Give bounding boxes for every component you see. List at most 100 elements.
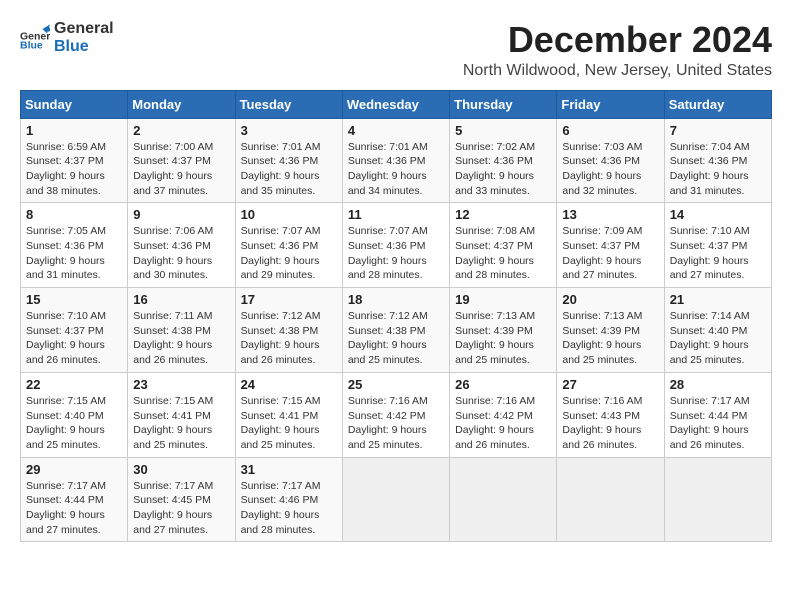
week-row-1: 1 Sunrise: 6:59 AMSunset: 4:37 PMDaylight…	[21, 118, 772, 203]
day-number: 4	[348, 123, 444, 138]
calendar-cell: 24 Sunrise: 7:15 AMSunset: 4:41 PMDayligh…	[235, 372, 342, 457]
day-info: Sunrise: 7:07 AMSunset: 4:36 PMDaylight:…	[241, 224, 337, 283]
day-info: Sunrise: 7:00 AMSunset: 4:37 PMDaylight:…	[133, 140, 229, 199]
weekday-header-thursday: Thursday	[450, 90, 557, 118]
calendar-cell: 7Sunrise: 7:04 AMSunset: 4:36 PMDaylight…	[664, 118, 771, 203]
calendar-cell	[557, 457, 664, 542]
day-number: 2	[133, 123, 229, 138]
day-info: Sunrise: 7:16 AMSunset: 4:42 PMDaylight:…	[455, 394, 551, 453]
calendar-cell: 22 Sunrise: 7:15 AMSunset: 4:40 PMDayligh…	[21, 372, 128, 457]
day-info: Sunrise: 7:12 AMSunset: 4:38 PMDaylight:…	[241, 309, 337, 368]
calendar-cell: 26 Sunrise: 7:16 AMSunset: 4:42 PMDayligh…	[450, 372, 557, 457]
day-info: Sunrise: 7:07 AMSunset: 4:36 PMDaylight:…	[348, 224, 444, 283]
day-number: 25	[348, 377, 444, 392]
calendar-cell: 31 Sunrise: 7:17 AMSunset: 4:46 PMDayligh…	[235, 457, 342, 542]
day-info: Sunrise: 7:06 AMSunset: 4:36 PMDaylight:…	[133, 224, 229, 283]
logo-general-text: General	[54, 20, 114, 38]
day-number: 10	[241, 207, 337, 222]
day-info: Sunrise: 7:16 AMSunset: 4:43 PMDaylight:…	[562, 394, 658, 453]
calendar-cell: 15Sunrise: 7:10 AMSunset: 4:37 PMDayligh…	[21, 288, 128, 373]
calendar-cell: 18 Sunrise: 7:12 AMSunset: 4:38 PMDayligh…	[342, 288, 449, 373]
day-number: 21	[670, 292, 766, 307]
calendar-cell: 8 Sunrise: 7:05 AMSunset: 4:36 PMDaylight…	[21, 203, 128, 288]
day-info: Sunrise: 7:10 AMSunset: 4:37 PMDaylight:…	[670, 224, 766, 283]
calendar-cell: 21 Sunrise: 7:14 AMSunset: 4:40 PMDayligh…	[664, 288, 771, 373]
calendar-cell: 23Sunrise: 7:15 AMSunset: 4:41 PMDayligh…	[128, 372, 235, 457]
calendar-cell: 2 Sunrise: 7:00 AMSunset: 4:37 PMDaylight…	[128, 118, 235, 203]
day-info: Sunrise: 7:01 AMSunset: 4:36 PMDaylight:…	[241, 140, 337, 199]
day-info: Sunrise: 7:10 AMSunset: 4:37 PMDaylight:…	[26, 309, 122, 368]
logo-blue-text: Blue	[54, 38, 114, 56]
day-info: Sunrise: 7:05 AMSunset: 4:36 PMDaylight:…	[26, 224, 122, 283]
day-number: 31	[241, 462, 337, 477]
day-number: 6	[562, 123, 658, 138]
day-info: Sunrise: 7:17 AMSunset: 4:46 PMDaylight:…	[241, 479, 337, 538]
day-number: 26	[455, 377, 551, 392]
day-info: Sunrise: 7:01 AMSunset: 4:36 PMDaylight:…	[348, 140, 444, 199]
calendar-cell: 16 Sunrise: 7:11 AMSunset: 4:38 PMDayligh…	[128, 288, 235, 373]
day-info: Sunrise: 7:15 AMSunset: 4:41 PMDaylight:…	[133, 394, 229, 453]
title-section: December 2024 North Wildwood, New Jersey…	[463, 20, 772, 80]
calendar-cell: 6Sunrise: 7:03 AMSunset: 4:36 PMDaylight…	[557, 118, 664, 203]
day-number: 1	[26, 123, 122, 138]
day-info: Sunrise: 7:11 AMSunset: 4:38 PMDaylight:…	[133, 309, 229, 368]
day-info: Sunrise: 7:17 AMSunset: 4:44 PMDaylight:…	[26, 479, 122, 538]
calendar-cell: 30 Sunrise: 7:17 AMSunset: 4:45 PMDayligh…	[128, 457, 235, 542]
day-number: 19	[455, 292, 551, 307]
day-info: Sunrise: 7:14 AMSunset: 4:40 PMDaylight:…	[670, 309, 766, 368]
day-info: Sunrise: 7:17 AMSunset: 4:45 PMDaylight:…	[133, 479, 229, 538]
calendar-cell: 17Sunrise: 7:12 AMSunset: 4:38 PMDayligh…	[235, 288, 342, 373]
weekday-header-wednesday: Wednesday	[342, 90, 449, 118]
calendar-cell	[450, 457, 557, 542]
calendar-cell: 20Sunrise: 7:13 AMSunset: 4:39 PMDayligh…	[557, 288, 664, 373]
day-number: 13	[562, 207, 658, 222]
calendar-cell: 11 Sunrise: 7:07 AMSunset: 4:36 PMDayligh…	[342, 203, 449, 288]
day-number: 3	[241, 123, 337, 138]
day-number: 22	[26, 377, 122, 392]
calendar-cell: 3 Sunrise: 7:01 AMSunset: 4:36 PMDaylight…	[235, 118, 342, 203]
calendar-cell: 19Sunrise: 7:13 AMSunset: 4:39 PMDayligh…	[450, 288, 557, 373]
day-number: 28	[670, 377, 766, 392]
location-title: North Wildwood, New Jersey, United State…	[463, 62, 772, 80]
calendar-cell: 13 Sunrise: 7:09 AMSunset: 4:37 PMDayligh…	[557, 203, 664, 288]
day-number: 11	[348, 207, 444, 222]
week-row-2: 8 Sunrise: 7:05 AMSunset: 4:36 PMDaylight…	[21, 203, 772, 288]
day-number: 30	[133, 462, 229, 477]
day-info: Sunrise: 7:12 AMSunset: 4:38 PMDaylight:…	[348, 309, 444, 368]
day-info: Sunrise: 7:15 AMSunset: 4:40 PMDaylight:…	[26, 394, 122, 453]
page-header: General Blue General Blue December 2024 …	[20, 20, 772, 80]
week-row-5: 29 Sunrise: 7:17 AMSunset: 4:44 PMDayligh…	[21, 457, 772, 542]
day-info: Sunrise: 7:17 AMSunset: 4:44 PMDaylight:…	[670, 394, 766, 453]
calendar-cell	[664, 457, 771, 542]
weekday-header-saturday: Saturday	[664, 90, 771, 118]
calendar-cell: 25 Sunrise: 7:16 AMSunset: 4:42 PMDayligh…	[342, 372, 449, 457]
day-info: Sunrise: 7:02 AMSunset: 4:36 PMDaylight:…	[455, 140, 551, 199]
weekday-header-friday: Friday	[557, 90, 664, 118]
calendar-cell: 10 Sunrise: 7:07 AMSunset: 4:36 PMDayligh…	[235, 203, 342, 288]
day-number: 18	[348, 292, 444, 307]
day-info: Sunrise: 7:09 AMSunset: 4:37 PMDaylight:…	[562, 224, 658, 283]
day-info: Sunrise: 6:59 AMSunset: 4:37 PMDaylight:…	[26, 140, 122, 199]
day-info: Sunrise: 7:15 AMSunset: 4:41 PMDaylight:…	[241, 394, 337, 453]
day-number: 8	[26, 207, 122, 222]
day-info: Sunrise: 7:16 AMSunset: 4:42 PMDaylight:…	[348, 394, 444, 453]
calendar-cell: 1 Sunrise: 6:59 AMSunset: 4:37 PMDaylight…	[21, 118, 128, 203]
calendar-cell: 5Sunrise: 7:02 AMSunset: 4:36 PMDaylight…	[450, 118, 557, 203]
day-number: 14	[670, 207, 766, 222]
day-number: 24	[241, 377, 337, 392]
calendar-cell: 12Sunrise: 7:08 AMSunset: 4:37 PMDayligh…	[450, 203, 557, 288]
weekday-header-row: SundayMondayTuesdayWednesdayThursdayFrid…	[21, 90, 772, 118]
day-number: 29	[26, 462, 122, 477]
week-row-3: 15Sunrise: 7:10 AMSunset: 4:37 PMDayligh…	[21, 288, 772, 373]
calendar-cell: 4 Sunrise: 7:01 AMSunset: 4:36 PMDaylight…	[342, 118, 449, 203]
day-number: 9	[133, 207, 229, 222]
calendar-cell: 28 Sunrise: 7:17 AMSunset: 4:44 PMDayligh…	[664, 372, 771, 457]
day-info: Sunrise: 7:04 AMSunset: 4:36 PMDaylight:…	[670, 140, 766, 199]
day-number: 16	[133, 292, 229, 307]
weekday-header-sunday: Sunday	[21, 90, 128, 118]
calendar-cell: 9 Sunrise: 7:06 AMSunset: 4:36 PMDaylight…	[128, 203, 235, 288]
day-number: 27	[562, 377, 658, 392]
day-info: Sunrise: 7:13 AMSunset: 4:39 PMDaylight:…	[562, 309, 658, 368]
weekday-header-tuesday: Tuesday	[235, 90, 342, 118]
weekday-header-monday: Monday	[128, 90, 235, 118]
